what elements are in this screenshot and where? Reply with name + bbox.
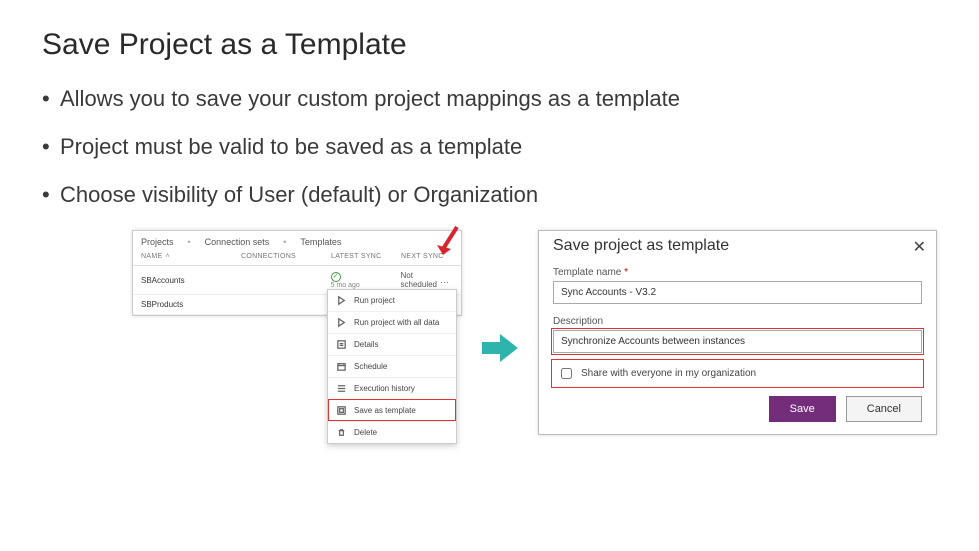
menu-run-all[interactable]: Run project with all data (328, 311, 456, 333)
sort-asc-icon: ˄ (165, 253, 169, 260)
projects-panel: Projects• Connection sets• Templates NAM… (132, 230, 462, 316)
next-sync-value: Not scheduled (401, 271, 437, 289)
context-menu: Run project Run project with all data De… (327, 289, 457, 444)
details-icon (336, 339, 347, 350)
description-input[interactable] (553, 330, 922, 353)
play-all-icon (336, 317, 347, 328)
share-org-label: Share with everyone in my organization (581, 368, 756, 379)
tab-projects[interactable]: Projects (141, 237, 174, 247)
bullet-item: •Project must be valid to be saved as a … (42, 134, 937, 160)
callout-arrow-icon (435, 225, 463, 261)
bullet-text: Choose visibility of User (default) or O… (60, 182, 538, 207)
row-name: SBProducts (141, 300, 241, 309)
menu-schedule[interactable]: Schedule (328, 355, 456, 377)
template-name-input[interactable] (553, 281, 922, 304)
flow-arrow-icon (482, 334, 518, 362)
play-icon (336, 295, 347, 306)
save-template-dialog: ✕ Save project as template Template name… (538, 230, 937, 435)
menu-delete[interactable]: Delete (328, 421, 456, 443)
menu-save-as-template[interactable]: Save as template (328, 399, 456, 421)
sync-ago: 5 mo ago (331, 282, 401, 289)
trash-icon (336, 427, 347, 438)
history-icon (336, 383, 347, 394)
bullet-item: •Choose visibility of User (default) or … (42, 182, 937, 208)
close-icon[interactable]: ✕ (913, 237, 926, 257)
slide-title: Save Project as a Template (42, 28, 937, 62)
tab-connection-sets[interactable]: Connection sets (205, 237, 270, 247)
bullet-list: •Allows you to save your custom project … (42, 86, 937, 208)
share-org-checkbox[interactable] (561, 368, 572, 379)
bullet-text: Allows you to save your custom project m… (60, 86, 680, 111)
menu-details[interactable]: Details (328, 333, 456, 355)
template-name-label: Template name * (553, 267, 922, 278)
menu-run-project[interactable]: Run project (328, 290, 456, 311)
save-button[interactable]: Save (769, 396, 836, 422)
calendar-icon (336, 361, 347, 372)
share-org-option[interactable]: Share with everyone in my organization (553, 361, 922, 386)
row-name: SBAccounts (141, 276, 241, 285)
col-connections[interactable]: CONNECTIONS (241, 253, 331, 260)
more-menu-button[interactable]: … (437, 275, 453, 285)
col-latest-sync[interactable]: LATEST SYNC (331, 253, 401, 260)
tab-templates[interactable]: Templates (300, 237, 341, 247)
success-icon: ✓ (331, 272, 341, 282)
template-icon (336, 405, 347, 416)
menu-history[interactable]: Execution history (328, 377, 456, 399)
col-name[interactable]: NAME ˄ (141, 253, 241, 260)
bullet-item: •Allows you to save your custom project … (42, 86, 937, 112)
description-label: Description (553, 316, 922, 327)
dialog-title: Save project as template (553, 237, 922, 255)
bullet-text: Project must be valid to be saved as a t… (60, 134, 522, 159)
cancel-button[interactable]: Cancel (846, 396, 922, 422)
